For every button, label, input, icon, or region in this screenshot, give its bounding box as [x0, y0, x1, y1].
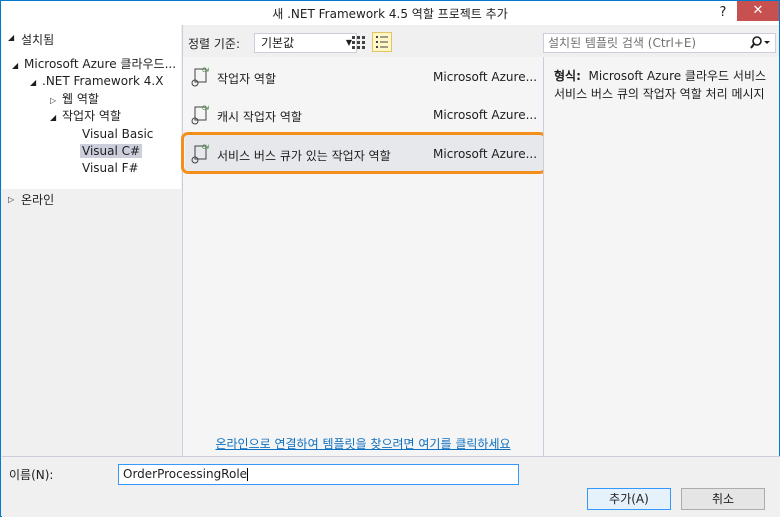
tree-item-visual-basic[interactable]: Visual Basic [82, 126, 153, 143]
tree-item-web-role[interactable]: ▷ 웹 역할 [50, 91, 99, 108]
collapse-arrow-icon: ◢ [12, 61, 19, 70]
toolbar: 정렬 기준: 기본값 ▼ 설치된 템플릿 검색 (Ctrl+E) [183, 25, 779, 57]
online-header[interactable]: ▷ 온라인 [2, 189, 181, 211]
title-bar: 새 .NET Framework 4.5 역할 프로젝트 추가 ? ✕ [1, 1, 779, 25]
help-button[interactable]: ? [713, 3, 733, 23]
add-button[interactable]: 추가(A) [587, 488, 671, 510]
type-label: 형식: [554, 69, 581, 83]
csharp-template-icon: C# [191, 103, 211, 125]
bottom-bar: 이름(N): OrderProcessingRole 추가(A) 취소 [2, 457, 780, 517]
search-input[interactable]: 설치된 템플릿 검색 (Ctrl+E) [543, 33, 776, 53]
tree-item-visual-fsharp[interactable]: Visual F# [82, 160, 139, 177]
tree-item-netfx[interactable]: ◢ .NET Framework 4.X [30, 73, 163, 90]
installed-label: 설치됨 [21, 33, 55, 47]
name-field[interactable]: OrderProcessingRole [118, 464, 519, 485]
template-list: C# 작업자 역할 Microsoft Azure... C# 캐시 작업자 역… [183, 57, 543, 456]
search-placeholder: 설치된 템플릿 검색 (Ctrl+E) [548, 36, 697, 50]
template-tree: ◢ Microsoft Azure 클라우드... ◢ .NET Framework… [2, 54, 181, 194]
svg-text:C#: C# [202, 105, 209, 112]
add-role-dialog: 새 .NET Framework 4.5 역할 프로젝트 추가 ? ✕ ◢ 설치… [0, 0, 780, 517]
sort-value: 기본값 [261, 36, 295, 50]
detail-description: 서비스 버스 큐의 작업자 역할 처리 메시지 [554, 87, 765, 101]
name-label: 이름(N): [9, 468, 54, 482]
text-caret [247, 468, 249, 481]
tree-item-visual-csharp[interactable]: Visual C# [80, 143, 143, 160]
close-button[interactable]: ✕ [737, 1, 779, 21]
collapse-arrow-icon: ◢ [50, 113, 57, 122]
template-name: 캐시 작업자 역할 [217, 110, 302, 124]
sort-label: 정렬 기준: [188, 37, 241, 51]
online-templates-link[interactable]: 온라인으로 연결하여 템플릿을 찾으려면 여기를 클릭하세요 [183, 435, 543, 452]
search-icon[interactable] [749, 35, 771, 51]
csharp-template-icon: C# [191, 65, 211, 87]
template-type: Microsoft Azure... [433, 108, 538, 122]
detail-type: 형식: Microsoft Azure 클라우드 서비스 [554, 67, 766, 84]
tree-item-worker-role[interactable]: ◢ 작업자 역할 [50, 108, 121, 125]
template-item-worker-role[interactable]: C# 작업자 역할 Microsoft Azure... [185, 58, 543, 96]
expand-arrow-icon: ▷ [50, 96, 57, 105]
collapse-arrow-icon: ◢ [30, 78, 37, 87]
window-title: 새 .NET Framework 4.5 역할 프로젝트 추가 [272, 7, 508, 21]
template-name: 작업자 역할 [217, 72, 277, 86]
tree-item-azure[interactable]: ◢ Microsoft Azure 클라우드... [12, 56, 176, 73]
installed-header[interactable]: ◢ 설치됨 [2, 25, 181, 54]
left-panel: ◢ 설치됨 ◢ Microsoft Azure 클라우드... ◢ .NET Fra… [2, 25, 181, 456]
svg-text:C#: C# [202, 67, 209, 74]
cancel-button[interactable]: 취소 [681, 488, 765, 510]
template-type: Microsoft Azure... [433, 70, 538, 84]
type-value: Microsoft Azure 클라우드 서비스 [588, 69, 767, 83]
expand-arrow-icon: ▷ [8, 195, 15, 204]
online-label: 온라인 [21, 193, 55, 207]
template-item-cache-worker-role[interactable]: C# 캐시 작업자 역할 Microsoft Azure... [185, 96, 543, 134]
grid-view-icon[interactable] [348, 32, 368, 52]
sort-dropdown[interactable]: 기본값 ▼ [254, 33, 357, 53]
details-panel: 형식: Microsoft Azure 클라우드 서비스 서비스 버스 큐의 작… [544, 57, 779, 456]
name-value: OrderProcessingRole [123, 467, 248, 481]
selection-highlight [181, 132, 547, 174]
list-view-icon[interactable] [372, 32, 392, 52]
expand-arrow-icon: ◢ [8, 33, 15, 42]
